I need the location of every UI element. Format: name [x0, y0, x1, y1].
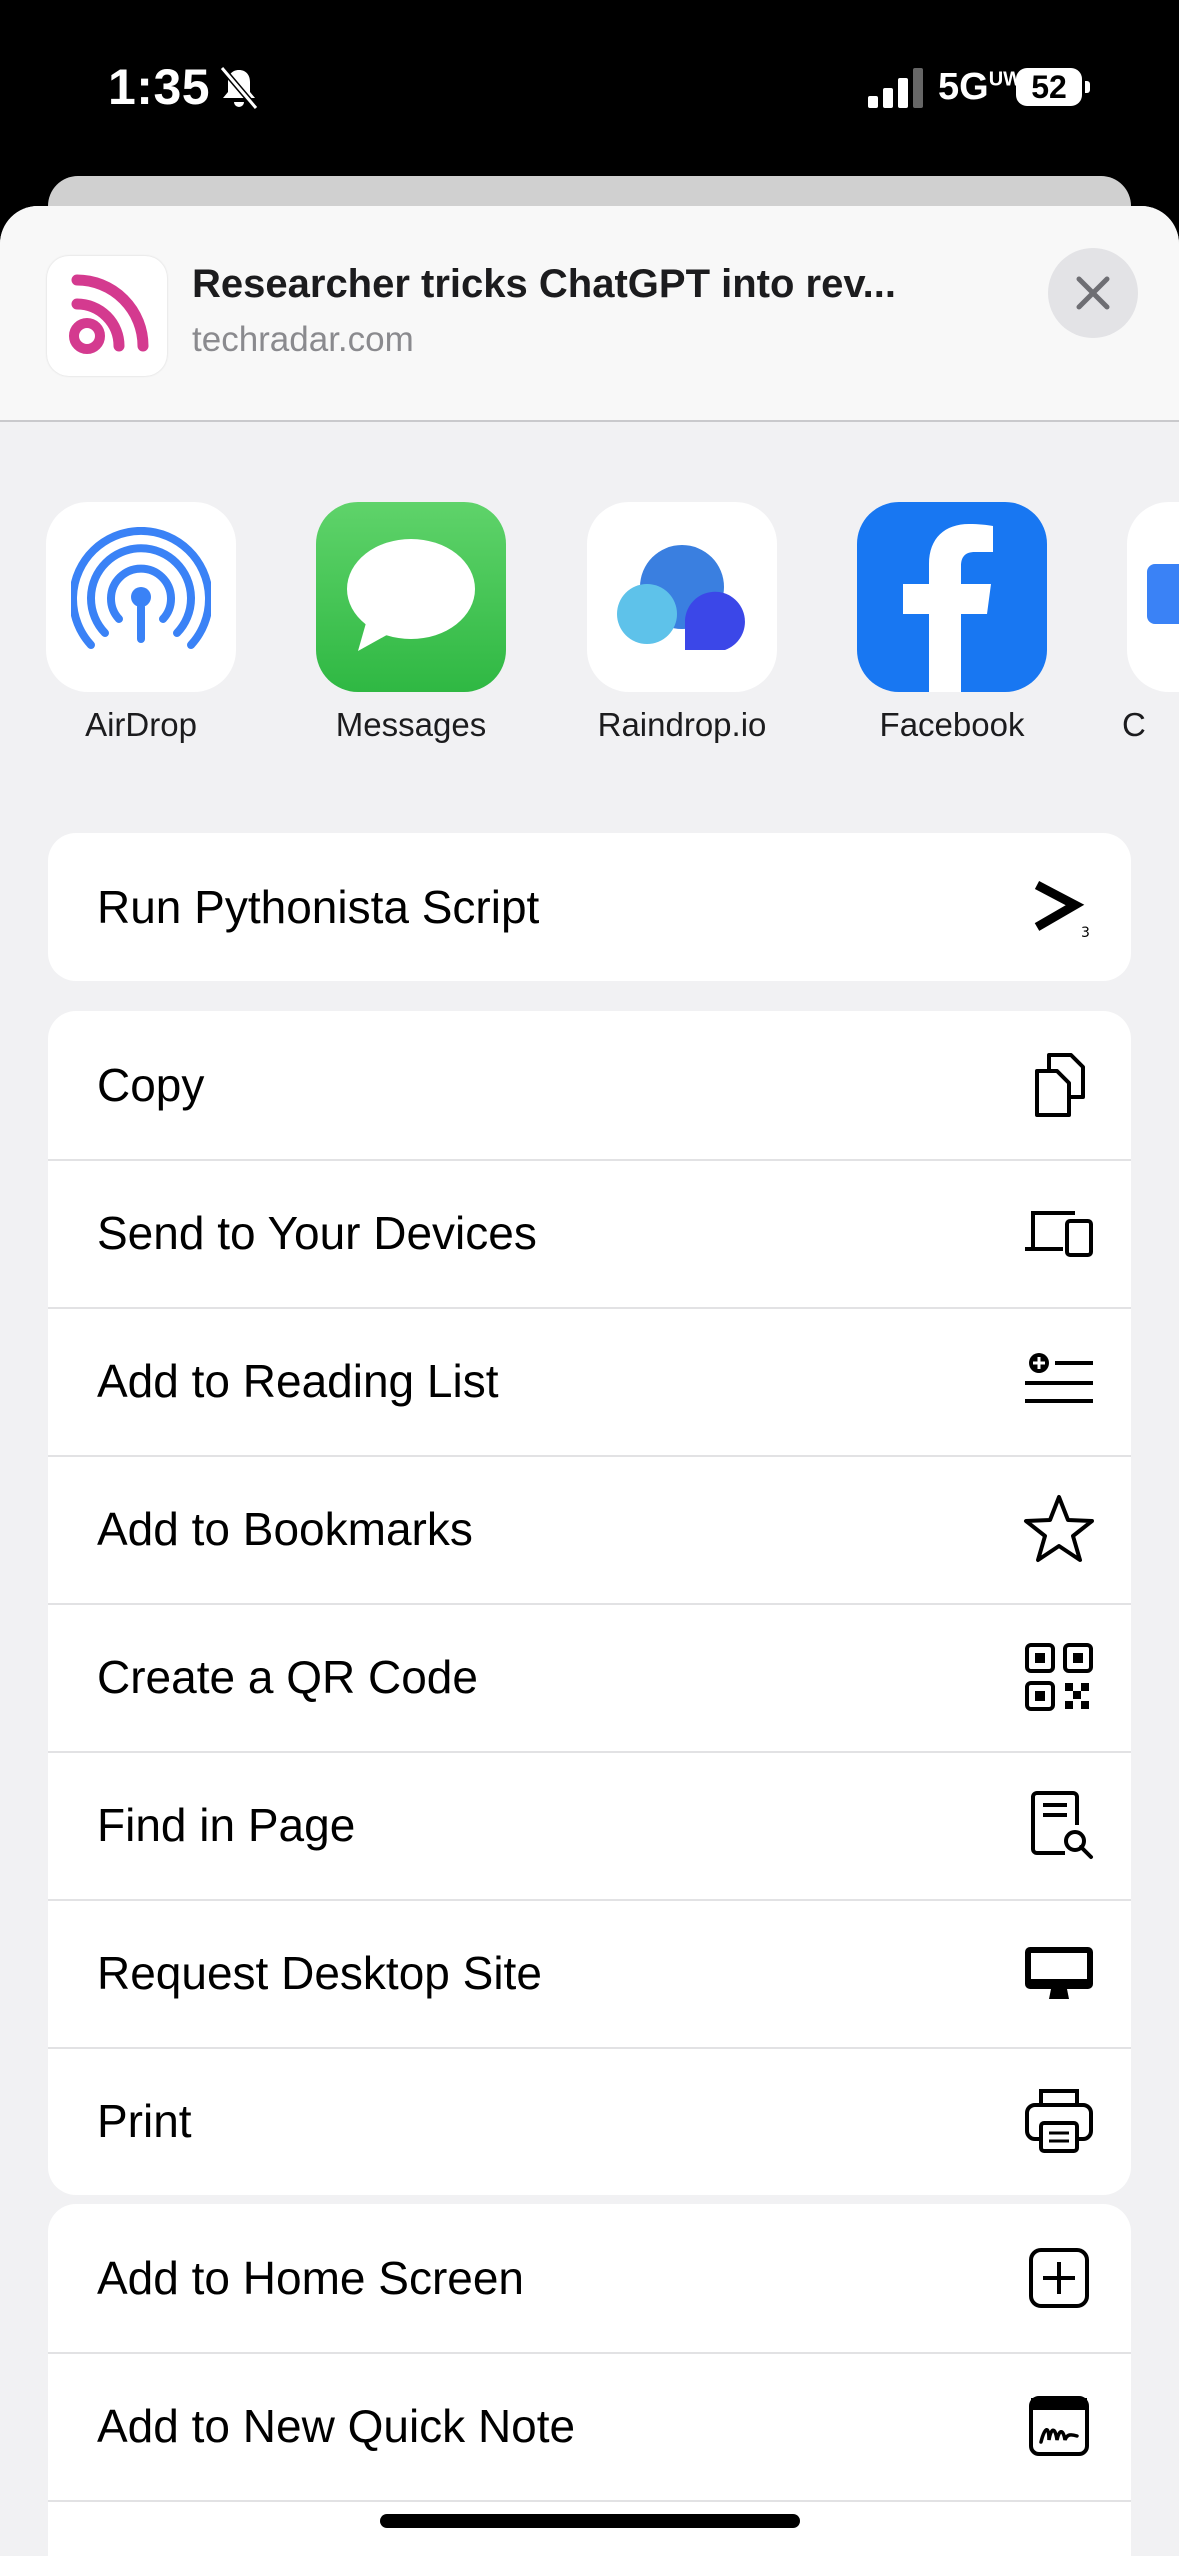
- close-icon: [1076, 276, 1110, 310]
- action-label: Create a QR Code: [97, 1651, 478, 1703]
- rss-icon: [47, 256, 167, 376]
- app-label: Raindrop.io: [597, 706, 767, 743]
- action-label: Run Pythonista Script: [97, 881, 540, 933]
- app-facebook[interactable]: Facebook: [852, 502, 1052, 744]
- action-label: Send to Your Devices: [97, 1207, 537, 1259]
- facebook-icon: [857, 502, 1047, 692]
- messages-icon: [316, 502, 506, 692]
- action-group-3: Add to Home Screen Add to New Quick Note: [48, 2204, 1131, 2556]
- action-add-to-quick-note[interactable]: Add to New Quick Note: [48, 2352, 1131, 2500]
- copy-icon: [1023, 1049, 1095, 1121]
- app-share-row: AirDrop Messages Raindrop.io Facebook C: [0, 502, 1179, 762]
- action-label: Copy: [97, 1059, 205, 1111]
- partial-app-icon: [1127, 502, 1179, 692]
- action-label: Print: [97, 2095, 192, 2147]
- page-title: Researcher tricks ChatGPT into rev...: [192, 262, 896, 306]
- action-label: Add to Bookmarks: [97, 1503, 473, 1555]
- devices-icon: [1023, 1197, 1095, 1269]
- app-raindrop[interactable]: Raindrop.io: [582, 502, 782, 744]
- airdrop-icon: [46, 502, 236, 692]
- action-row-partial[interactable]: [48, 2500, 1131, 2556]
- action-find-in-page[interactable]: Find in Page: [48, 1751, 1131, 1899]
- raindrop-icon: [587, 502, 777, 692]
- action-send-to-devices[interactable]: Send to Your Devices: [48, 1159, 1131, 1307]
- app-label: C: [1122, 706, 1146, 743]
- svg-text:3: 3: [1081, 925, 1090, 941]
- action-print[interactable]: Print: [48, 2047, 1131, 2195]
- page-domain: techradar.com: [192, 320, 414, 359]
- action-create-qr-code[interactable]: Create a QR Code: [48, 1603, 1131, 1751]
- app-label: Messages: [335, 706, 487, 743]
- app-label: AirDrop: [85, 706, 197, 743]
- action-add-to-reading-list[interactable]: Add to Reading List: [48, 1307, 1131, 1455]
- action-request-desktop-site[interactable]: Request Desktop Site: [48, 1899, 1131, 2047]
- share-sheet-header: Researcher tricks ChatGPT into rev... te…: [0, 206, 1179, 422]
- action-add-to-home-screen[interactable]: Add to Home Screen: [48, 2204, 1131, 2352]
- action-label: Add to Home Screen: [97, 2252, 525, 2304]
- action-label: Add to Reading List: [97, 1355, 499, 1407]
- action-label: Request Desktop Site: [97, 1947, 542, 1999]
- action-run-pythonista-script[interactable]: Run Pythonista Script 3: [48, 833, 1131, 981]
- quick-note-icon: [1023, 2390, 1095, 2462]
- pythonista-icon: 3: [1023, 871, 1095, 943]
- find-in-page-icon: [1023, 1789, 1095, 1861]
- share-sheet: Researcher tricks ChatGPT into rev... te…: [0, 206, 1179, 2556]
- desktop-icon: [1023, 1937, 1095, 2009]
- close-button[interactable]: [1048, 248, 1138, 338]
- app-messages[interactable]: Messages: [311, 502, 511, 744]
- star-icon: [1023, 1493, 1095, 1565]
- reading-list-icon: [1023, 1345, 1095, 1417]
- signal-icon: [868, 68, 923, 108]
- action-group-2: Copy Send to Your Devices Add to Reading…: [48, 1011, 1131, 2195]
- printer-icon: [1023, 2085, 1095, 2157]
- action-label: Add to New Quick Note: [97, 2400, 576, 2452]
- qr-code-icon: [1023, 1641, 1095, 1713]
- action-copy[interactable]: Copy: [48, 1011, 1131, 1159]
- app-label: Facebook: [879, 706, 1025, 743]
- action-add-to-bookmarks[interactable]: Add to Bookmarks: [48, 1455, 1131, 1603]
- add-square-icon: [1023, 2242, 1095, 2314]
- action-label: Find in Page: [97, 1799, 356, 1851]
- app-airdrop[interactable]: AirDrop: [41, 502, 241, 744]
- app-partial[interactable]: C: [1122, 502, 1179, 744]
- home-indicator[interactable]: [380, 2514, 800, 2528]
- status-bar: 1:35 5GUW 52: [0, 0, 1179, 170]
- bell-slash-icon: [219, 66, 259, 110]
- status-time: 1:35: [108, 59, 211, 115]
- battery-indicator: 52: [1016, 68, 1090, 106]
- network-indicator: 5GUW: [938, 66, 1023, 108]
- action-group-1: Run Pythonista Script 3: [48, 833, 1131, 981]
